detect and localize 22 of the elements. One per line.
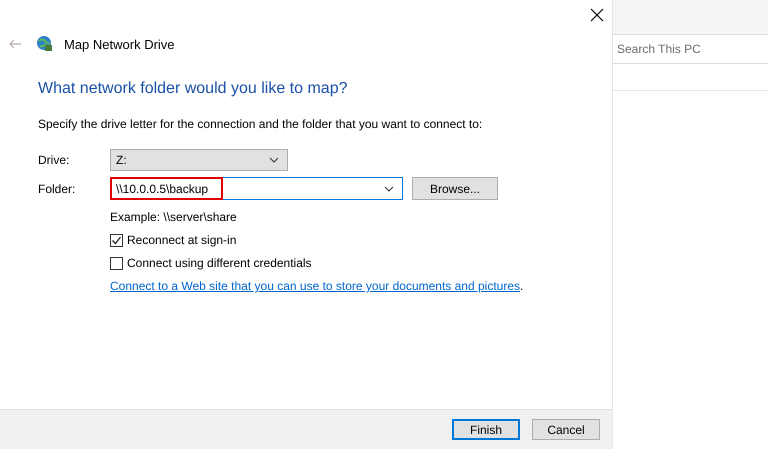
caret-icon [269,157,279,163]
dialog-button[interactable]: Finish [452,419,520,440]
close-icon[interactable] [590,8,604,22]
search-field[interactable]: Search This PC [613,35,768,64]
checkbox[interactable] [110,256,123,270]
caret-icon [384,186,394,192]
folder-combo-field[interactable]: \\10.0.0.5\backup [110,177,403,200]
example-text: Example: \\server\share [110,210,238,224]
folder-label: Folder: [38,182,76,196]
dialog-button[interactable]: Cancel [532,419,600,440]
instruction-text: Specify the drive letter for the connection and the folder that you want to connect to: [38,117,484,131]
browse-button[interactable]: Browse... [412,177,498,200]
network-globe-icon [36,35,54,53]
drive-label: Drive: [38,153,70,167]
checkbox-label[interactable]: Connect using different credentials [127,256,312,270]
drive-dropdown[interactable]: Z: [110,149,288,171]
checkbox[interactable] [110,234,123,246]
checkbox-label[interactable]: Reconnect at sign-in [127,233,236,247]
web-site-link[interactable]: Connect to a Web site that you can use to store your documents and pictures [110,279,520,293]
dialog-heading: What network folder would you like to map? [38,80,348,98]
dialog-title: Map Network Drive [64,36,175,52]
link-period: . [520,279,524,293]
